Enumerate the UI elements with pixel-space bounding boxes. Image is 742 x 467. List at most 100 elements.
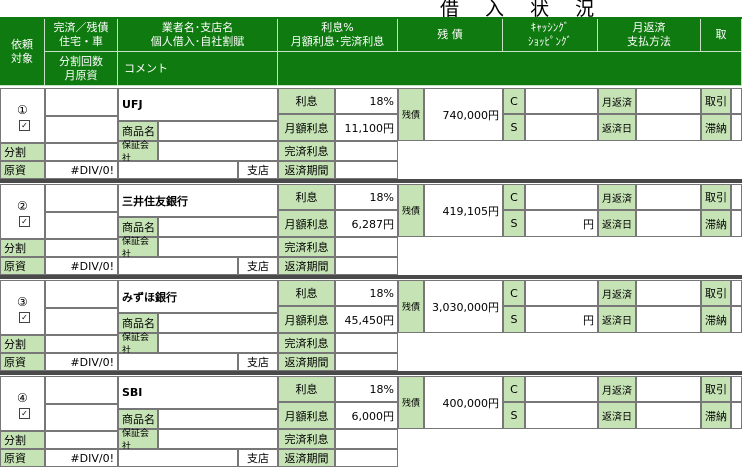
product-name-value[interactable]: [158, 409, 278, 429]
lender-name[interactable]: 三井住友銀行: [118, 184, 278, 217]
monthly-interest-value: 6,000円: [335, 402, 398, 429]
header-band: [278, 52, 742, 86]
cashing-value[interactable]: [525, 280, 598, 306]
shopping-value[interactable]: 円: [525, 210, 598, 237]
split-value[interactable]: [45, 431, 118, 449]
header-label: ｷｬｯｼﾝｸﾞ: [530, 21, 570, 34]
product-name-value[interactable]: [158, 313, 278, 333]
lender-name[interactable]: SBI: [118, 376, 278, 409]
split-value[interactable]: [45, 143, 118, 161]
completion-interest-label: 完済利息: [278, 141, 335, 161]
repay-date-label: 返済日: [598, 114, 636, 141]
product-name-value[interactable]: [158, 217, 278, 237]
transaction-value[interactable]: [731, 184, 742, 210]
lender-name[interactable]: UFJ: [118, 88, 278, 121]
branch-value[interactable]: [118, 161, 238, 179]
balance-value[interactable]: 419,105円: [424, 184, 503, 237]
completion-interest-label: 完済利息: [278, 237, 335, 257]
repay-date-value[interactable]: [636, 114, 701, 141]
repay-date-label: 返済日: [598, 402, 636, 429]
split-value[interactable]: [45, 335, 118, 353]
header-lender: 業者名･支店名 個人借入･自社割賦: [118, 19, 278, 52]
branch-value[interactable]: [118, 257, 238, 275]
completion-cell[interactable]: [45, 376, 118, 404]
repay-date-value[interactable]: [636, 402, 701, 429]
completion-cell[interactable]: [45, 184, 118, 212]
cashing-value[interactable]: [525, 88, 598, 114]
interest-rate[interactable]: 18%: [335, 376, 398, 402]
housing-cell[interactable]: [45, 116, 118, 143]
header-balance: 残 債: [398, 19, 503, 52]
monthly-interest-value: 11,100円: [335, 114, 398, 141]
shopping-value[interactable]: 円: [525, 306, 598, 333]
header-comment: コメント: [118, 52, 278, 86]
header-label: 業者名･支店名: [161, 21, 234, 34]
repayment-period-label: 返済期間: [278, 449, 335, 467]
split-label: 分割: [0, 335, 45, 353]
monthly-repay-value[interactable]: [636, 184, 701, 210]
arrears-value[interactable]: [731, 114, 742, 141]
monthly-repay-value[interactable]: [636, 376, 701, 402]
guarantor-label: 保証会社: [118, 237, 158, 260]
sheet-title: 借 入 状 況: [440, 0, 605, 20]
completion-interest-value: [335, 141, 398, 161]
transaction-value[interactable]: [731, 376, 742, 402]
completion-cell[interactable]: [45, 280, 118, 308]
shopping-label: S: [503, 210, 525, 237]
repayment-period-label: 返済期間: [278, 353, 335, 371]
repayment-period-label: 返済期間: [278, 161, 335, 179]
split-value[interactable]: [45, 239, 118, 257]
request-checkbox[interactable]: ✓: [19, 120, 30, 131]
interest-rate[interactable]: 18%: [335, 88, 398, 114]
repayment-period-value[interactable]: [335, 449, 398, 467]
guarantor-value[interactable]: [158, 237, 278, 257]
transaction-value[interactable]: [731, 280, 742, 306]
monthly-repay-value[interactable]: [636, 88, 701, 114]
guarantor-value[interactable]: [158, 141, 278, 161]
repay-date-value[interactable]: [636, 306, 701, 333]
header-monthly: 月返済 支払方法: [598, 19, 701, 52]
monthly-repay-value[interactable]: [636, 280, 701, 306]
guarantor-value[interactable]: [158, 429, 278, 449]
completion-cell[interactable]: [45, 88, 118, 116]
header-interest: 利息% 月額利息･完済利息: [278, 19, 398, 52]
header-label: 取: [715, 28, 727, 41]
repayment-period-value[interactable]: [335, 161, 398, 179]
header-request-target: 依頼 対象: [0, 19, 45, 86]
header-label: 完済／残債: [53, 21, 109, 34]
housing-cell[interactable]: [45, 212, 118, 239]
cashing-value[interactable]: [525, 376, 598, 402]
arrears-value[interactable]: [731, 402, 742, 429]
monthly-repay-label: 月返済: [598, 280, 636, 306]
housing-cell[interactable]: [45, 404, 118, 431]
repay-date-value[interactable]: [636, 210, 701, 237]
shopping-value[interactable]: [525, 114, 598, 141]
request-checkbox[interactable]: ✓: [19, 312, 30, 323]
product-name-value[interactable]: [158, 121, 278, 141]
shopping-value[interactable]: [525, 402, 598, 429]
housing-cell[interactable]: [45, 308, 118, 335]
lender-name[interactable]: みずほ銀行: [118, 280, 278, 313]
interest-label: 利息: [278, 184, 335, 210]
transaction-value[interactable]: [731, 88, 742, 114]
balance-value[interactable]: 740,000円: [424, 88, 503, 141]
repayment-period-value[interactable]: [335, 257, 398, 275]
monthly-repay-label: 月返済: [598, 376, 636, 402]
repayment-period-value[interactable]: [335, 353, 398, 371]
branch-value[interactable]: [118, 353, 238, 371]
branch-value[interactable]: [118, 449, 238, 467]
request-checkbox[interactable]: ✓: [19, 408, 30, 419]
request-checkbox[interactable]: ✓: [19, 216, 30, 227]
repayment-period-label: 返済期間: [278, 257, 335, 275]
arrears-value[interactable]: [731, 210, 742, 237]
interest-rate[interactable]: 18%: [335, 280, 398, 306]
cashing-value[interactable]: [525, 184, 598, 210]
arrears-value[interactable]: [731, 306, 742, 333]
interest-rate[interactable]: 18%: [335, 184, 398, 210]
balance-label: 残債: [398, 184, 424, 237]
monthly-interest-value: 6,287円: [335, 210, 398, 237]
repay-date-label: 返済日: [598, 210, 636, 237]
guarantor-value[interactable]: [158, 333, 278, 353]
balance-value[interactable]: 3,030,000円: [424, 280, 503, 333]
balance-value[interactable]: 400,000円: [424, 376, 503, 429]
